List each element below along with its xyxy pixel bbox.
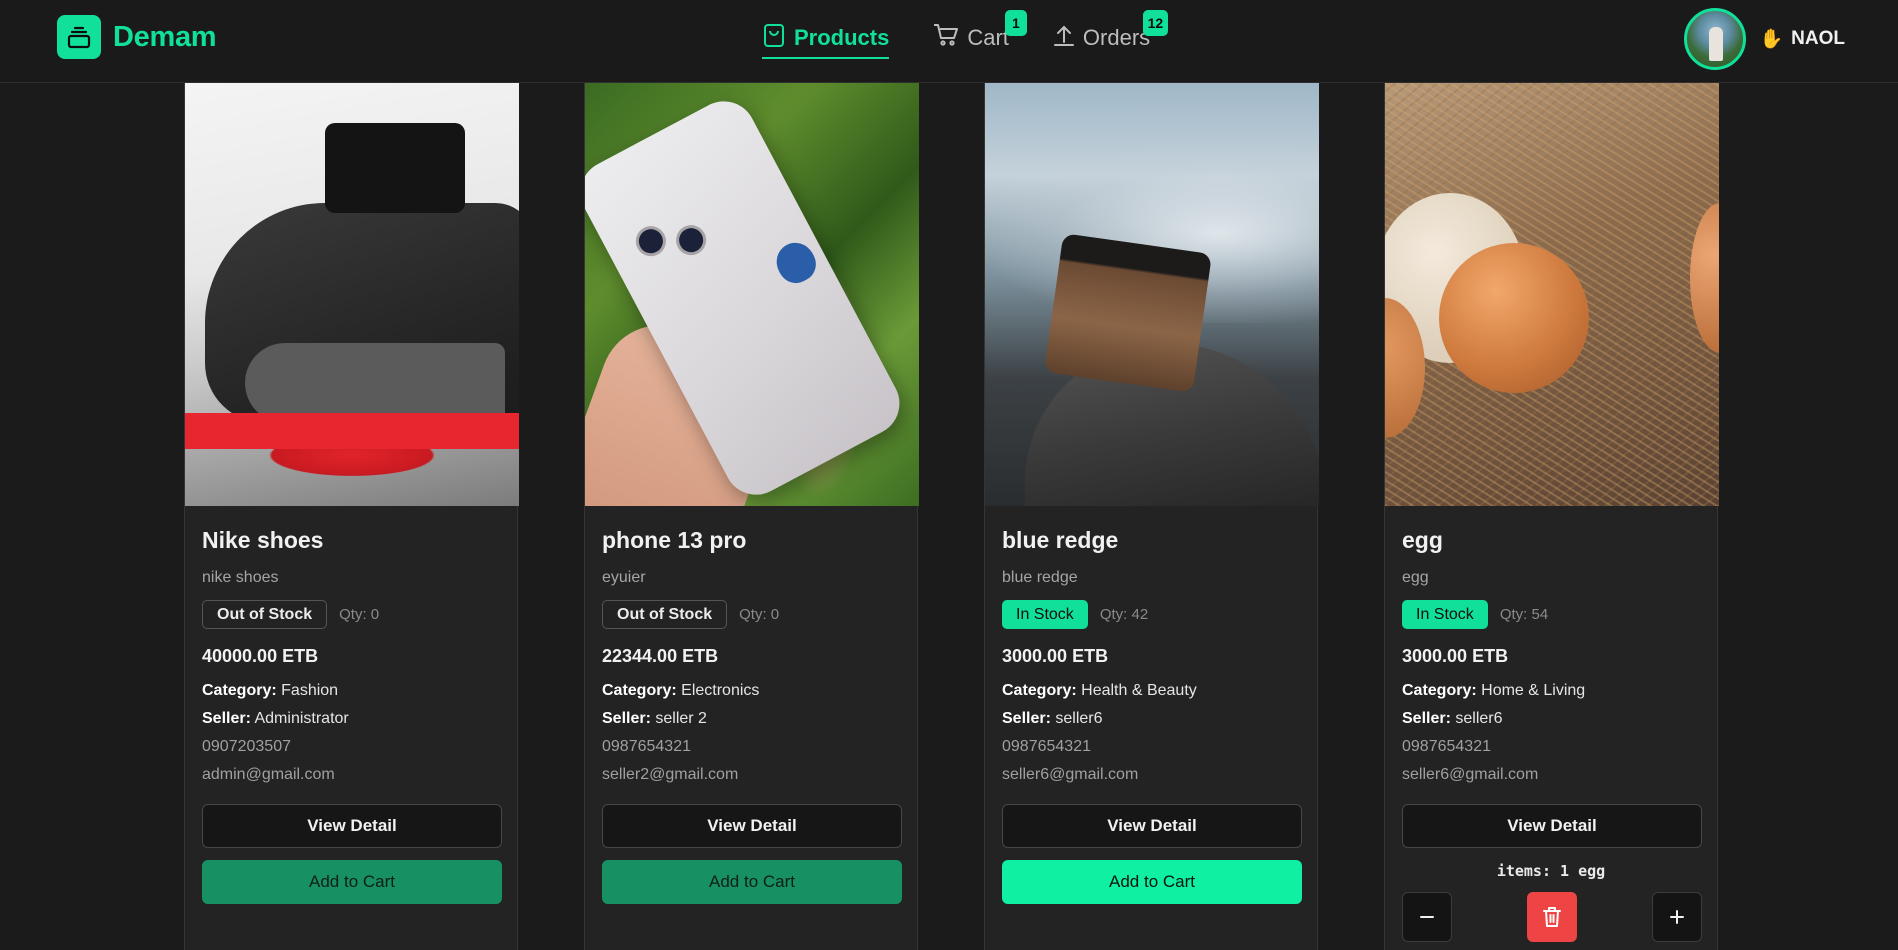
product-price: 22344.00 ETB [602,646,719,666]
remove-from-cart-button[interactable] [1527,892,1577,942]
avatar[interactable] [1683,8,1746,70]
seller-label: Seller: [202,710,251,727]
product-image-egg[interactable] [1385,83,1719,506]
seller-label: Seller: [1402,710,1451,727]
stock-status-badge: Out of Stock [602,600,728,629]
category-label: Category: [1002,682,1077,699]
upload-icon [1053,23,1075,53]
user-name: NAOL [1791,28,1845,49]
product-image-nike-shoes[interactable] [185,83,519,506]
product-image-phone-13-pro[interactable] [585,83,919,506]
brand-name: Demam [113,20,217,53]
seller-email: admin@gmail.com [202,766,335,783]
seller-phone: 0987654321 [1402,738,1491,755]
stock-quantity: Qty: 0 [339,606,380,623]
product-meta: Category: Home & Living Seller: seller6 … [1402,677,1700,789]
seller-label: Seller: [602,710,651,727]
seller-label: Seller: [1002,710,1051,727]
product-card: blue redge blue redge In Stock Qty: 42 3… [984,83,1319,950]
product-price: 3000.00 ETB [1002,646,1109,666]
seller-email: seller2@gmail.com [602,766,739,783]
seller-phone: 0987654321 [1002,738,1091,755]
product-card: egg egg In Stock Qty: 54 3000.00 ETB Cat… [1384,83,1719,950]
cart-count-badge: 1 [1004,10,1027,36]
product-category: Health & Beauty [1081,682,1197,699]
product-description: blue redge [1002,569,1078,586]
nav-products[interactable]: Products [762,20,890,59]
add-to-cart-button[interactable]: Add to Cart [602,860,902,904]
product-seller: Administrator [254,710,349,727]
stock-quantity: Qty: 0 [739,606,780,623]
seller-email: seller6@gmail.com [1402,766,1539,783]
product-seller: seller6 [1055,710,1103,727]
seller-email: seller6@gmail.com [1002,766,1139,783]
product-description: nike shoes [202,569,279,586]
product-description: eyuier [602,569,646,586]
nav-orders[interactable]: Orders 12 [1053,10,1169,56]
minus-icon [1420,916,1434,918]
trash-icon [1543,907,1561,927]
category-label: Category: [202,682,277,699]
user-menu[interactable]: ✋ NAOL [1683,8,1846,70]
seller-phone: 0907203507 [202,738,291,755]
view-detail-button[interactable]: View Detail [602,804,902,848]
increase-quantity-button[interactable] [1652,892,1702,942]
product-meta: Category: Fashion Seller: Administrator … [202,677,500,789]
top-navbar: Demam Products Cart 1 Orders 12 ✋ NAOL [0,0,1898,83]
view-detail-button[interactable]: View Detail [202,804,502,848]
add-to-cart-button[interactable]: Add to Cart [202,860,502,904]
orders-count-badge: 12 [1142,10,1169,36]
product-card: Nike shoes nike shoes Out of Stock Qty: … [184,83,519,950]
category-label: Category: [602,682,677,699]
stock-quantity: Qty: 54 [1499,606,1549,623]
view-detail-button[interactable]: View Detail [1402,804,1702,848]
nav-cart[interactable]: Cart 1 [933,10,1027,56]
cart-items-summary: items: 1 egg [1496,862,1606,880]
add-to-cart-button[interactable]: Add to Cart [1002,860,1302,904]
shopping-bag-icon [762,22,786,54]
stock-status-badge: Out of Stock [202,600,328,629]
main-nav: Products Cart 1 Orders 12 [762,10,1169,59]
brand-home-link[interactable]: Demam [57,15,217,59]
product-seller: seller6 [1455,710,1503,727]
product-title: Nike shoes [202,527,324,553]
stock-quantity: Qty: 42 [1099,606,1149,623]
product-category: Electronics [681,682,760,699]
product-title: phone 13 pro [602,527,747,553]
nav-cart-label: Cart [967,25,1009,50]
product-meta: Category: Health & Beauty Seller: seller… [1002,677,1300,789]
plus-icon [1670,910,1684,924]
category-label: Category: [1402,682,1477,699]
view-detail-button[interactable]: View Detail [1002,804,1302,848]
product-price: 3000.00 ETB [1402,646,1509,666]
stack-icon [57,15,101,59]
nav-orders-label: Orders [1082,25,1151,50]
product-title: blue redge [1002,527,1119,553]
seller-phone: 0987654321 [602,738,691,755]
product-title: egg [1402,527,1443,553]
product-price: 40000.00 ETB [202,646,319,666]
waving-hand-icon: ✋ [1759,29,1784,50]
stock-status-badge: In Stock [1402,600,1488,629]
product-category: Home & Living [1481,682,1586,699]
product-image-blue-redge[interactable] [985,83,1319,506]
cart-quantity-controls [1402,892,1702,942]
decrease-quantity-button[interactable] [1402,892,1452,942]
product-seller: seller 2 [655,710,707,727]
product-card: phone 13 pro eyuier Out of Stock Qty: 0 … [584,83,919,950]
cart-icon [933,23,959,53]
nav-products-label: Products [794,25,890,50]
user-greeting: ✋ NAOL [1760,27,1846,51]
product-grid: Nike shoes nike shoes Out of Stock Qty: … [184,83,1719,950]
product-category: Fashion [281,682,339,699]
product-meta: Category: Electronics Seller: seller 2 0… [602,677,900,789]
stock-status-badge: In Stock [1002,600,1088,629]
product-description: egg [1402,569,1429,586]
